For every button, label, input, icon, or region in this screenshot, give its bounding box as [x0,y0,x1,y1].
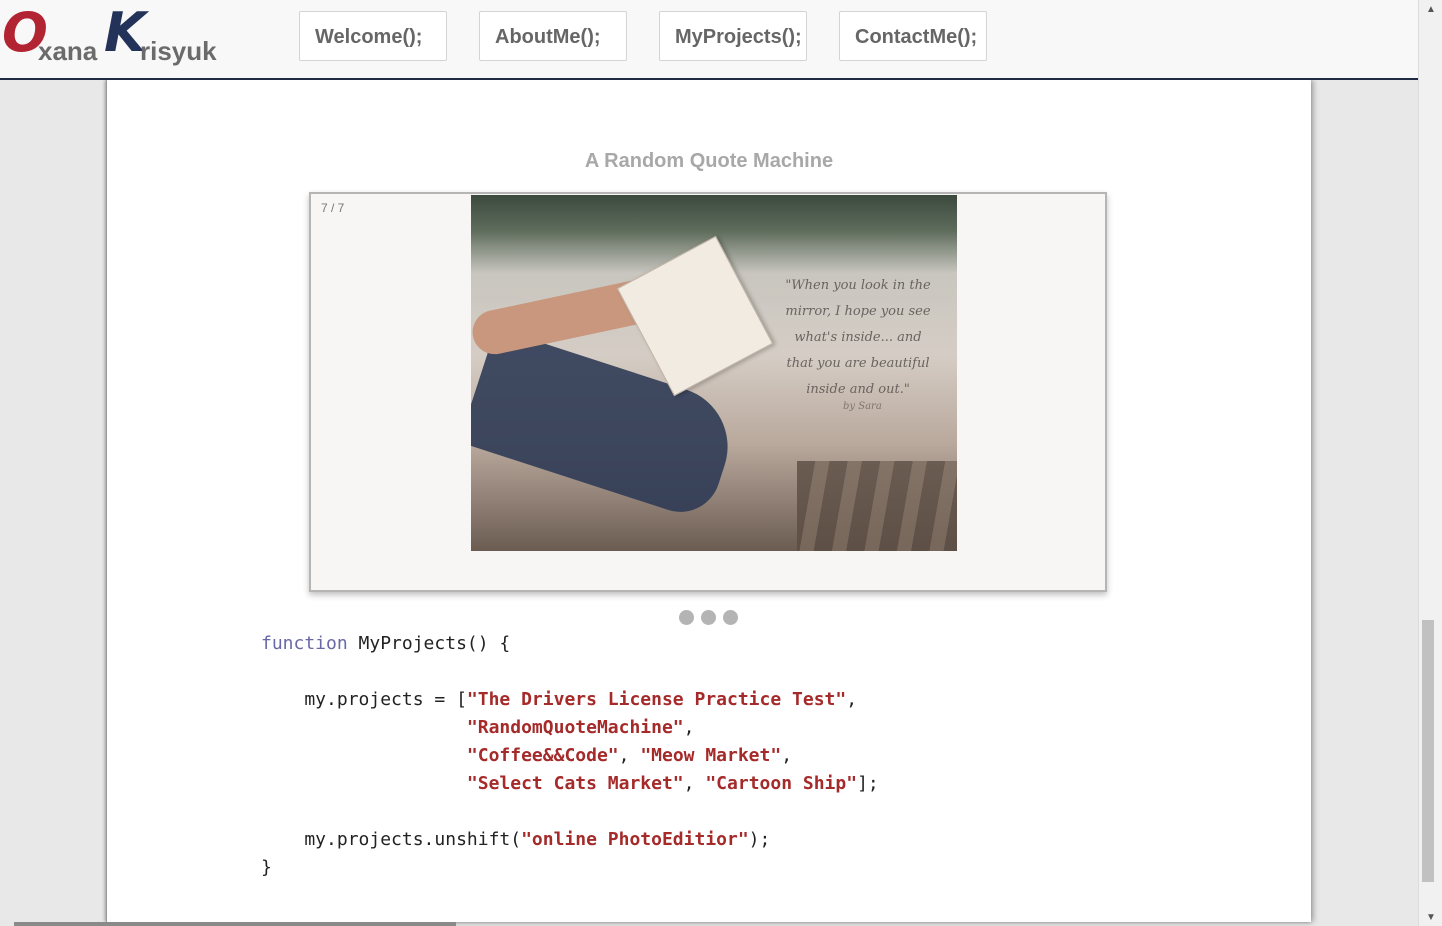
code-project-1: "The Drivers License Practice Test" [466,689,847,710]
nav-projects-button[interactable]: MyProjects(); [659,11,807,61]
scroll-up-icon[interactable]: ▲ [1419,2,1442,18]
photo-dock-shape [797,461,957,551]
slide-dot-2[interactable] [701,610,716,625]
code-project-2: "RandomQuoteMachine" [466,717,684,738]
scroll-down-icon[interactable]: ▼ [1419,910,1442,926]
project-slideshow[interactable]: 7 / 7 "When you look in the mirror, I ho… [309,192,1107,592]
code-projects-assign: my.projects = [ [261,689,467,710]
project-screenshot-image[interactable]: "When you look in the mirror, I hope you… [471,195,957,551]
code-project-5: "Select Cats Market" [466,773,684,794]
code-project-3: "Coffee&&Code" [466,745,619,766]
code-unshift-end: ); [748,829,771,850]
code-project-6: "Cartoon Ship" [705,773,858,794]
nav-about-button[interactable]: AboutMe(); [479,11,627,61]
photo-book-shape [616,235,774,397]
slide-dot-1[interactable] [679,610,694,625]
code-closing-brace: } [261,857,272,878]
photo-quote-text: "When you look in the mirror, I hope you… [785,278,931,397]
slide-indicators [679,610,745,630]
project-title: A Random Quote Machine [584,150,834,172]
code-project-4: "Meow Market" [640,745,782,766]
nav-contact-button[interactable]: ContactMe(); [839,11,987,61]
projects-code-block: function MyProjects() { my.projects = ["… [261,633,879,878]
nav-welcome-button[interactable]: Welcome(); [299,11,447,61]
horizontal-scroll-indicator [14,922,456,926]
site-header: O xana K risyuk Welcome(); AboutMe(); My… [0,0,1418,80]
scrollbar-thumb[interactable] [1422,620,1434,882]
slide-dot-3[interactable] [723,610,738,625]
photo-quote-byline: by Sara [843,401,882,412]
logo-first-rest: xana [38,36,98,66]
projects-panel: A Random Quote Machine 7 / 7 "When you l… [106,80,1311,922]
code-keyword: function [261,633,348,654]
slide-counter: 7 / 7 [321,201,345,215]
vertical-scrollbar[interactable]: ▲ ▼ [1418,0,1442,926]
code-fn-name: MyProjects() { [347,633,511,654]
logo-last-rest: risyuk [140,36,217,66]
code-project-7: "online PhotoEditior" [521,829,749,850]
code-unshift-call: my.projects.unshift( [261,829,522,850]
